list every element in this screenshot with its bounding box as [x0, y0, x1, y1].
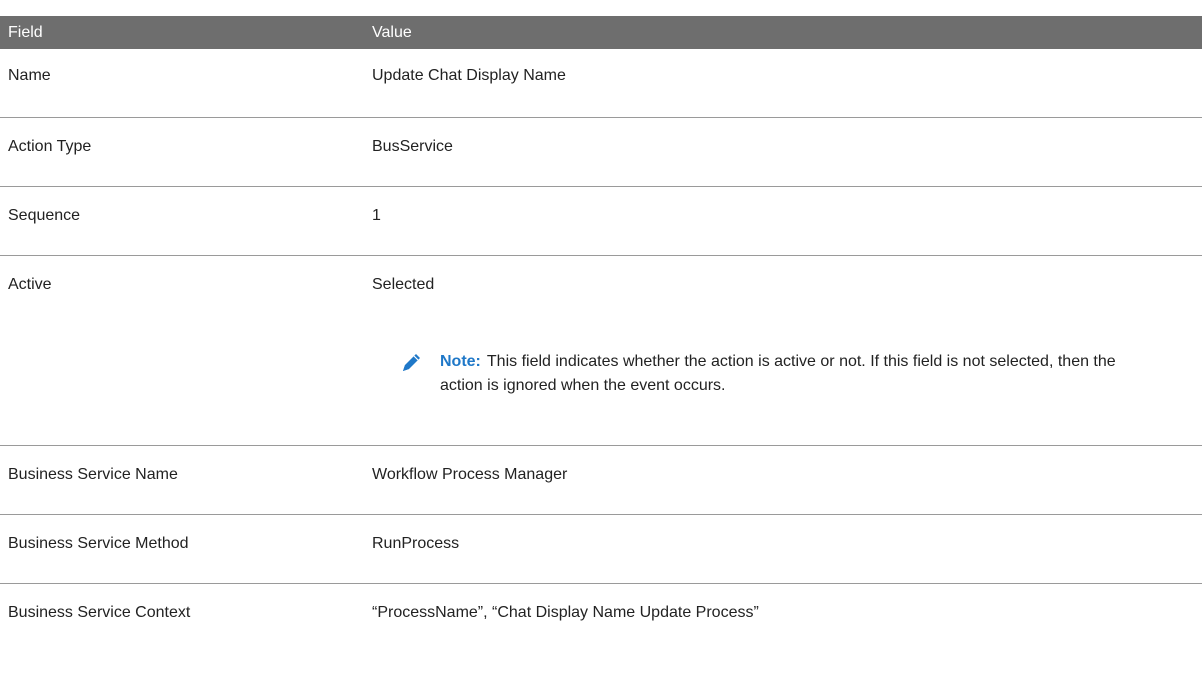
value-cell: 1: [372, 207, 381, 224]
note-body: This field indicates whether the action …: [440, 353, 1116, 394]
note-text: Note: This field indicates whether the ac…: [440, 350, 1158, 398]
header-field-label: Field: [8, 23, 43, 41]
value-cell: Update Chat Display Name: [372, 67, 566, 84]
value-cell: “ProcessName”, “Chat Display Name Update…: [372, 604, 759, 621]
field-cell: Name: [8, 67, 51, 84]
value-cell: BusService: [372, 138, 453, 155]
table-header: Field Value: [0, 16, 1202, 49]
table-row-active: Active Selected Note: This field indicate…: [0, 256, 1202, 446]
field-value-table: Field Value Name Update Chat Display Nam…: [0, 16, 1202, 653]
table-row-business-service-name: Business Service Name Workflow Process M…: [0, 446, 1202, 515]
pencil-icon: [398, 350, 424, 376]
table-row-business-service-method: Business Service Method RunProcess: [0, 515, 1202, 584]
field-cell: Business Service Context: [8, 604, 191, 621]
table-row-name: Name Update Chat Display Name: [0, 49, 1202, 118]
field-cell: Action Type: [8, 138, 92, 155]
note-label: Note:: [440, 353, 481, 370]
table-row-action-type: Action Type BusService: [0, 118, 1202, 187]
active-value: Selected: [372, 276, 435, 293]
field-cell: Business Service Name: [8, 466, 178, 483]
header-value-label: Value: [372, 23, 412, 41]
table-row-sequence: Sequence 1: [0, 187, 1202, 256]
field-cell: Active: [8, 276, 52, 293]
field-cell: Sequence: [8, 207, 81, 224]
note-box: Note: This field indicates whether the ac…: [398, 350, 1158, 398]
value-cell: RunProcess: [372, 535, 460, 552]
value-cell: Workflow Process Manager: [372, 466, 568, 483]
table-row-business-service-context: Business Service Context “ProcessName”, …: [0, 584, 1202, 653]
value-cell: Selected Note: This field indicates wheth…: [372, 256, 1202, 445]
field-cell: Business Service Method: [8, 535, 189, 552]
